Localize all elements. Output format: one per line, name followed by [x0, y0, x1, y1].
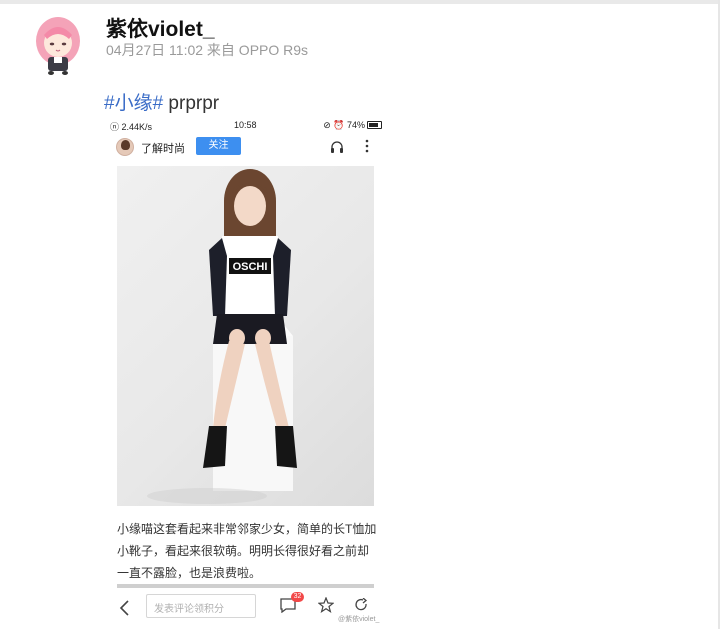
svg-text:OSCHI: OSCHI: [233, 261, 268, 273]
top-divider: [0, 0, 720, 4]
comment-input: 发表评论领积分: [146, 594, 256, 618]
battery-icon: [367, 121, 382, 129]
poster-name[interactable]: 紫依violet_: [106, 13, 215, 43]
status-icons: ⊘ ⏰ 74%: [323, 120, 365, 130]
weibo-watermark: @紫依violet_: [338, 616, 380, 623]
bottom-toolbar: 发表评论领积分 32 @紫依violet_: [104, 592, 387, 627]
section-divider: [117, 584, 374, 588]
more-icon: [365, 139, 369, 153]
phone-status-bar: ⓝ 2.44K/s 10:58 ⊘ ⏰ 74%: [104, 116, 387, 135]
avatar[interactable]: [31, 13, 85, 77]
network-status: ⓝ 2.44K/s: [110, 122, 153, 132]
post-body: prprpr: [163, 93, 220, 114]
follow-button: 关注: [196, 137, 241, 155]
comment-count-badge: 32: [291, 592, 304, 602]
article-header: 了解时尚 关注: [104, 135, 387, 165]
clock: 10:58: [234, 120, 257, 130]
article-photo: OSCHI: [117, 166, 374, 506]
hashtag-link[interactable]: #小缘#: [104, 93, 163, 114]
star-icon: [318, 597, 334, 613]
article-caption: 小缘喵这套看起来非常邻家少女，简单的长T恤加小靴子，看起来很软萌。明明长得很好看…: [117, 522, 377, 580]
post-meta: 04月27日 11:02 来自 OPPO R9s: [106, 42, 309, 58]
back-icon: [119, 600, 129, 616]
embedded-screenshot[interactable]: ⓝ 2.44K/s 10:58 ⊘ ⏰ 74% 了解时尚 关注 OSCHI 小缘…: [104, 116, 387, 627]
channel-name: 了解时尚: [141, 143, 185, 155]
headphone-icon: [331, 141, 343, 153]
author-avatar: [116, 138, 134, 156]
share-icon: [355, 598, 368, 611]
post-text: #小缘# prprpr: [104, 88, 219, 115]
